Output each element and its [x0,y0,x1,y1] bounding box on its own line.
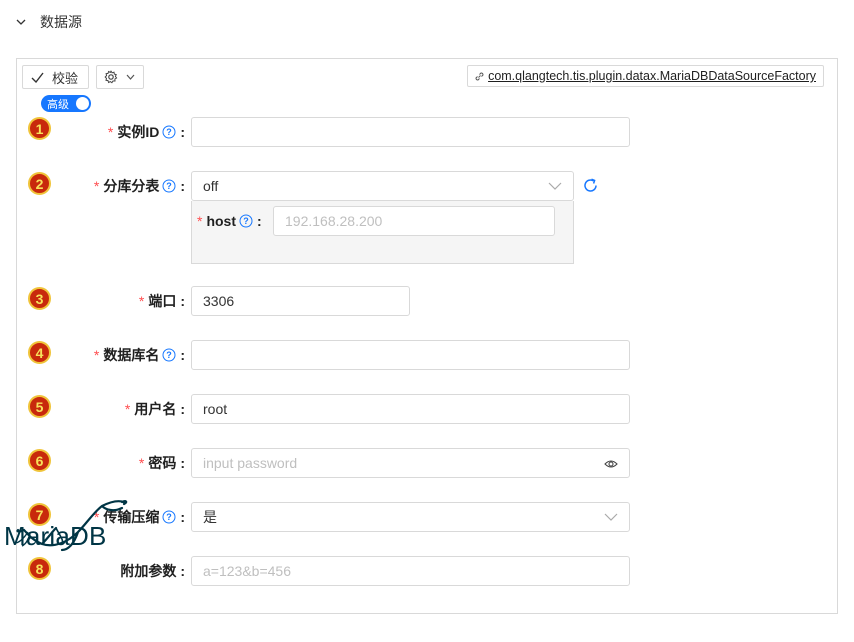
password-input[interactable]: input password [191,448,630,478]
factory-class-text: com.qlangtech.tis.plugin.datax.MariaDBDa… [488,69,816,83]
step-badge: 6 [28,449,51,472]
check-icon [31,72,44,83]
datasource-panel: 校验 com.qlangtech.tis.plugin.datax.MariaD… [16,58,838,614]
svg-text:?: ? [167,127,173,137]
field-label-host: * host ? : [197,213,262,229]
question-circle-icon[interactable]: ? [162,179,176,193]
svg-text:?: ? [167,350,173,360]
compression-select[interactable]: 是 [191,502,630,532]
section-header[interactable]: 数据源 [16,11,82,33]
port-input[interactable]: 3306 [191,286,410,316]
step-badge: 5 [28,395,51,418]
step-badge: 4 [28,341,51,364]
extra-params-input[interactable]: a=123&b=456 [191,556,630,586]
mariadb-logo-text: MariaDB [4,521,107,551]
svg-text:?: ? [167,181,173,191]
chevron-down-icon [604,513,618,521]
field-label-port: * 端口 : [138,293,185,309]
field-label-instance-id: * 实例ID ? : [107,124,185,140]
question-circle-icon[interactable]: ? [162,510,176,524]
svg-text:?: ? [243,216,249,226]
question-circle-icon[interactable]: ? [239,214,253,228]
toggle-knob [76,97,89,110]
advanced-toggle[interactable]: 高级 [41,95,91,112]
verify-button[interactable]: 校验 [22,65,89,89]
verify-label: 校验 [52,70,79,86]
factory-class-link[interactable]: com.qlangtech.tis.plugin.datax.MariaDBDa… [467,65,824,87]
chevron-down-icon [548,182,562,190]
username-input[interactable]: root [191,394,630,424]
splittable-select[interactable]: off [191,171,574,201]
link-icon [475,72,484,80]
step-badge: 8 [28,557,51,580]
svg-text:?: ? [167,512,173,522]
db-name-input[interactable] [191,340,630,370]
field-label-extra-params: 附加参数 : [120,563,185,579]
step-badge: 7 [28,503,51,526]
field-label-splittable: * 分库分表 ? : [93,178,185,194]
field-label-db-name: * 数据库名 ? : [93,347,185,363]
question-circle-icon[interactable]: ? [162,125,176,139]
instance-id-input[interactable] [191,117,630,147]
field-label-username: * 用户名 : [124,401,185,417]
refresh-icon[interactable] [582,177,599,194]
section-title: 数据源 [40,14,82,30]
settings-dropdown-button[interactable] [96,65,144,89]
step-badge: 1 [28,117,51,140]
chevron-down-icon [126,74,135,80]
step-badge: 3 [28,287,51,310]
host-input[interactable]: 192.168.28.200 [273,206,555,236]
gear-icon [104,70,118,84]
field-label-password: * 密码 : [138,455,185,471]
eye-icon[interactable] [604,457,618,471]
chevron-down-icon[interactable] [16,17,26,27]
step-badge: 2 [28,172,51,195]
advanced-toggle-label: 高级 [47,98,69,111]
question-circle-icon[interactable]: ? [162,348,176,362]
